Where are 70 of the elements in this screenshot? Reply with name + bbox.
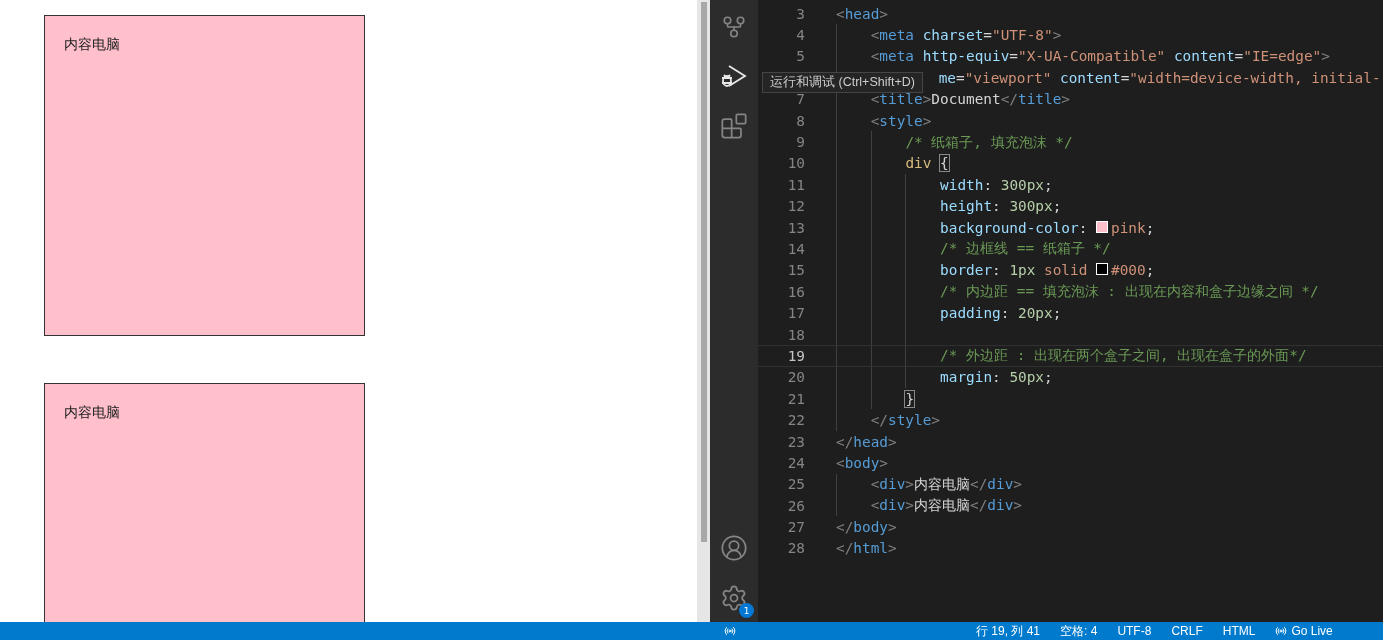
code-line: border: 1px solid #000;	[940, 262, 1155, 279]
code-line: <title>Document</title>	[870, 91, 1070, 108]
line-number: 16	[786, 283, 805, 300]
code-line: height: 300px;	[940, 198, 1062, 215]
code-line: /* 外边距 : 出现在两个盒子之间, 出现在盒子的外面*/	[940, 346, 1307, 366]
line-number: 12	[786, 198, 805, 215]
status-item[interactable]: UTF-8	[1117, 624, 1152, 638]
scrollbar-thumb[interactable]	[700, 2, 707, 542]
tooltip: 运行和调试 (Ctrl+Shift+D)	[762, 72, 923, 93]
color-swatch[interactable]	[1096, 263, 1108, 276]
source-control-icon[interactable]	[721, 14, 747, 40]
content-box: 内容电脑	[44, 383, 365, 622]
code-line: <meta charset="UTF-8">	[870, 27, 1062, 44]
code-line: <meta http-equiv="X-UA-Compatible" content="IE=edge">	[870, 48, 1330, 65]
code-line: padding: 20px;	[940, 305, 1062, 322]
code-line: <div>内容电脑</div>	[870, 496, 1023, 516]
status-item[interactable]: 空格: 4	[1060, 622, 1098, 640]
run-debug-icon[interactable]	[720, 62, 748, 90]
line-number: 11	[786, 176, 805, 193]
notification-badge: 1	[739, 603, 754, 618]
line-number: 13	[786, 219, 805, 236]
line-number: 9	[795, 134, 805, 151]
line-number: 28	[786, 540, 805, 557]
code-line: }	[905, 390, 915, 407]
code-line: margin: 50px;	[940, 369, 1053, 386]
go-live-button[interactable]: Go Live	[1275, 624, 1333, 638]
line-number: 19	[786, 347, 805, 364]
account-icon[interactable]	[720, 534, 748, 562]
settings-icon[interactable]	[720, 584, 748, 612]
line-number: 5	[795, 48, 805, 65]
line-number: 10	[786, 155, 805, 172]
remote-icon[interactable]	[724, 625, 736, 637]
extensions-icon[interactable]	[720, 112, 748, 140]
code-line: <head>	[836, 5, 888, 22]
code-line: <body>	[836, 454, 888, 471]
code-line: me="viewport" content="width=device-width, initial-	[938, 69, 1381, 86]
line-number: 4	[795, 27, 805, 44]
code-line: /* 内边距 == 填充泡沫 : 出现在内容和盒子边缘之间 */	[940, 282, 1319, 302]
code-line: </style>	[870, 412, 940, 429]
broadcast-icon	[1275, 625, 1288, 637]
code-line: <div>内容电脑</div>	[870, 474, 1023, 494]
code-line: </html>	[836, 540, 897, 557]
code-line: background-color: pink;	[940, 219, 1155, 236]
line-number: 26	[786, 497, 805, 514]
content-box: 内容电脑	[44, 15, 365, 336]
code-line: <style>	[870, 112, 932, 129]
line-number: 20	[786, 369, 805, 386]
code-line: /* 边框线 == 纸箱子 */	[940, 239, 1111, 259]
code-line: </head>	[836, 433, 897, 450]
status-item[interactable]: CRLF	[1171, 624, 1203, 638]
line-number: 25	[786, 476, 805, 493]
line-number: 18	[786, 326, 805, 343]
line-number: 14	[786, 241, 805, 257]
code-line: width: 300px;	[940, 176, 1053, 193]
code-line: </body>	[836, 519, 897, 536]
line-number: 8	[795, 112, 805, 129]
status-item[interactable]: HTML	[1222, 624, 1256, 638]
line-number: 3	[795, 5, 805, 22]
line-number: 23	[786, 433, 805, 450]
color-swatch[interactable]	[1096, 220, 1108, 233]
line-number: 22	[786, 412, 805, 429]
line-number: 15	[786, 262, 805, 279]
code-line: /* 纸箱子, 填充泡沫 */	[905, 132, 1073, 152]
line-number: 27	[786, 519, 805, 536]
line-number: 21	[786, 390, 805, 407]
line-number: 24	[786, 454, 805, 471]
status-item[interactable]: 行 19, 列 41	[976, 622, 1041, 640]
code-line: div {	[905, 155, 949, 172]
line-number: 17	[786, 305, 805, 322]
line-number: 7	[795, 91, 805, 108]
